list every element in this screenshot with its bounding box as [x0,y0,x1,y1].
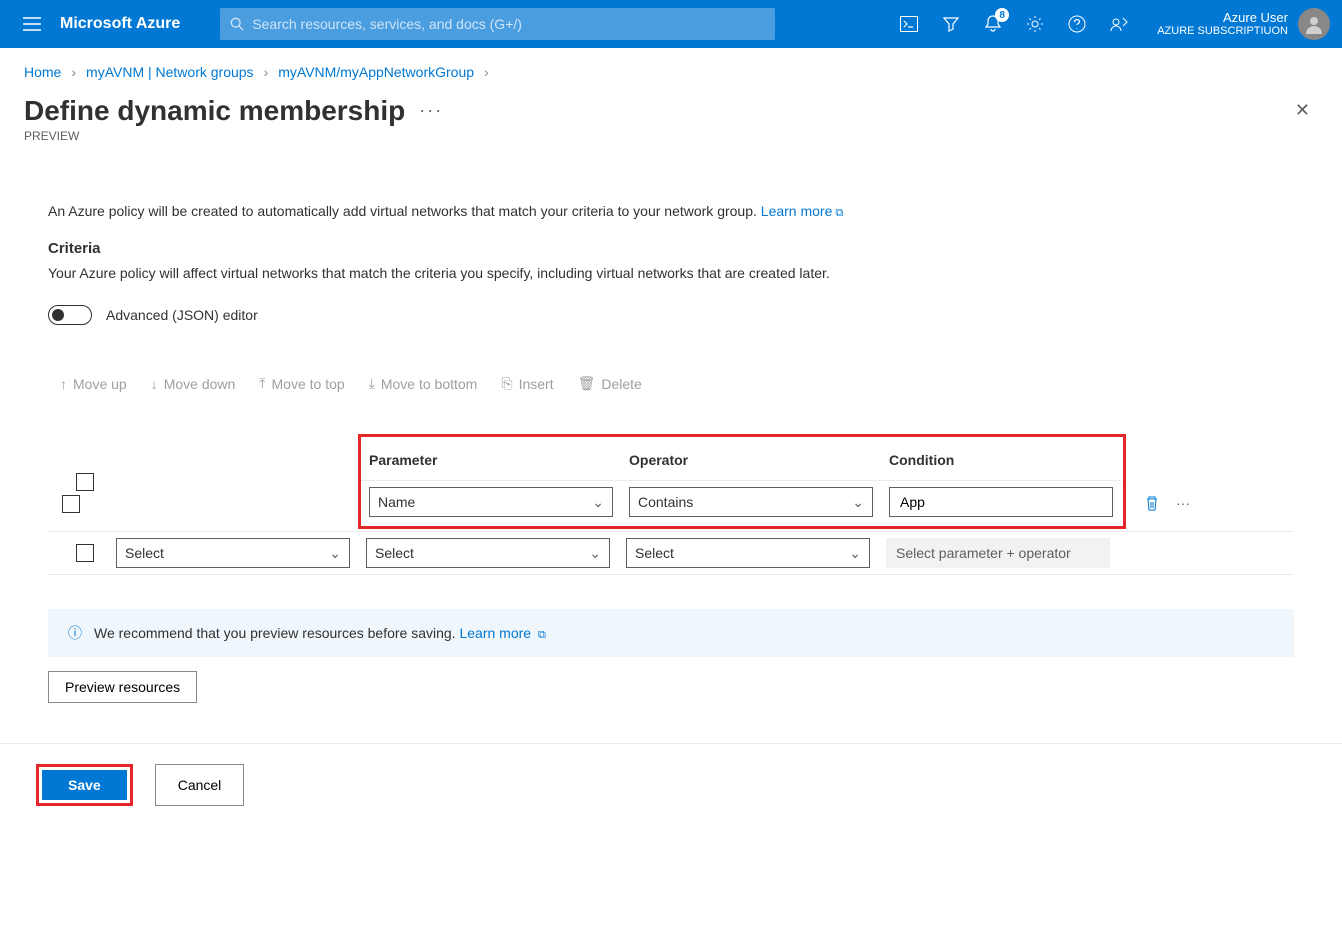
toggle-label: Advanced (JSON) editor [106,307,258,323]
arrow-down-icon: ↓ [151,376,158,392]
intro-text: An Azure policy will be created to autom… [48,203,1294,220]
operator-dropdown[interactable]: Contains⌄ [629,487,873,517]
insert-button[interactable]: ⎘Insert [501,375,553,392]
save-button[interactable]: Save [42,770,127,800]
header-icons: 8 [881,14,1147,34]
criteria-heading: Criteria [48,240,1294,257]
notification-badge: 8 [995,8,1009,22]
breadcrumb-group[interactable]: myAVNM | Network groups [86,64,254,80]
grid-toolbar: ↑Move up ↓Move down ⤒Move to top ⤓Move t… [48,365,1294,402]
chevron-right-icon: › [264,64,269,80]
avatar [1298,8,1330,40]
chevron-down-icon: ⌄ [329,545,341,562]
more-actions-icon[interactable]: ··· [419,100,443,121]
chevron-down-icon: ⌄ [592,494,604,511]
page-title: Define dynamic membership [24,95,405,127]
row-checkbox[interactable] [76,544,94,562]
trash-icon: 🗑 [578,375,596,392]
brand[interactable]: Microsoft Azure [60,15,180,33]
user-subscription: AZURE SUBSCRIPTIUON [1157,25,1288,38]
footer: Save Cancel [0,743,1342,826]
move-down-button[interactable]: ↓Move down [151,375,236,392]
move-top-button[interactable]: ⤒Move to top [259,375,344,392]
filter-icon[interactable] [941,14,961,34]
info-icon: ⓘ [68,623,82,643]
arrow-up-icon: ↑ [60,376,67,392]
notifications-icon[interactable]: 8 [983,14,1003,34]
select-all-checkbox[interactable] [76,473,94,491]
preview-resources-button[interactable]: Preview resources [48,671,197,703]
parameter-dropdown[interactable]: Name⌄ [369,487,613,517]
arrow-top-icon: ⤒ [259,375,265,392]
close-button[interactable]: ✕ [1287,92,1318,129]
arrow-bottom-icon: ⤓ [369,375,375,392]
banner-learn-more-link[interactable]: Learn more ⧉ [459,625,545,641]
chevron-down-icon: ⌄ [849,545,861,562]
col-operator: Operator [621,440,881,480]
search-input[interactable] [252,16,765,32]
criteria-desc: Your Azure policy will affect virtual ne… [48,265,1294,281]
col-condition: Condition [881,440,1121,480]
row-checkbox[interactable] [62,495,80,513]
info-banner: ⓘ We recommend that you preview resource… [48,609,1294,657]
col-parameter: Parameter [361,440,621,480]
parameter-dropdown[interactable]: Select⌄ [366,538,610,568]
criteria-grid: Parameter Operator Condition Name⌄ Conta… [48,432,1294,575]
feedback-icon[interactable] [1109,14,1129,34]
move-bottom-button[interactable]: ⤓Move to bottom [369,375,478,392]
search-box[interactable] [220,8,775,40]
advanced-editor-toggle[interactable] [48,305,92,325]
insert-icon: ⎘ [501,375,512,392]
breadcrumb-detail[interactable]: myAVNM/myAppNetworkGroup [278,64,474,80]
condition-disabled: Select parameter + operator [886,538,1110,568]
menu-icon[interactable] [12,17,52,31]
user-name: Azure User [1157,10,1288,26]
external-link-icon: ⧉ [538,629,546,641]
move-up-button[interactable]: ↑Move up [60,375,127,392]
chevron-down-icon: ⌄ [852,494,864,511]
grid-header-row: Parameter Operator Condition Name⌄ Conta… [48,432,1294,531]
andor-dropdown[interactable]: Select⌄ [116,538,350,568]
preview-tag: PREVIEW [0,129,1342,163]
settings-icon[interactable] [1025,14,1045,34]
chevron-down-icon: ⌄ [589,545,601,562]
top-header: Microsoft Azure 8 Azure User AZURE SUBSC… [0,0,1342,48]
condition-input[interactable] [889,487,1113,517]
chevron-right-icon: › [71,64,76,80]
learn-more-link[interactable]: Learn more⧉ [761,203,843,219]
help-icon[interactable] [1067,14,1087,34]
user-area[interactable]: Azure User AZURE SUBSCRIPTIUON [1147,8,1330,40]
row-more-icon[interactable]: ··· [1176,495,1190,514]
chevron-right-icon: › [484,64,489,80]
cloudshell-icon[interactable] [899,14,919,34]
grid-row: Select⌄ Select⌄ Select⌄ Select parameter… [48,531,1294,574]
cancel-button[interactable]: Cancel [155,764,245,806]
breadcrumb: Home › myAVNM | Network groups › myAVNM/… [0,48,1342,92]
breadcrumb-home[interactable]: Home [24,64,61,80]
delete-button[interactable]: 🗑Delete [578,375,642,392]
row-delete-icon[interactable] [1144,495,1160,514]
search-icon [230,17,244,31]
operator-dropdown[interactable]: Select⌄ [626,538,870,568]
external-link-icon: ⧉ [835,207,843,219]
